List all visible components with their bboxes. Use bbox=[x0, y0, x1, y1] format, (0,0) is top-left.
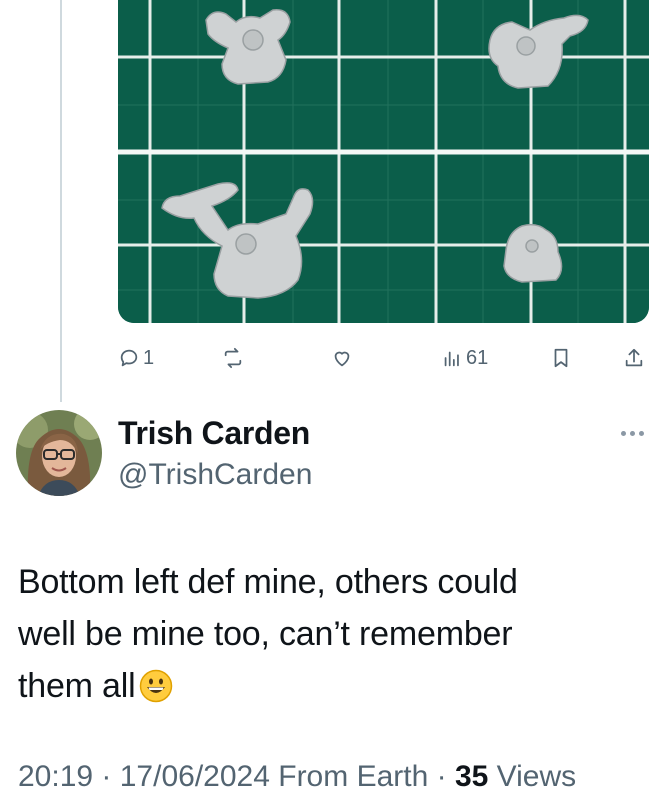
more-options-button[interactable] bbox=[612, 418, 652, 448]
separator-dot: · bbox=[93, 760, 120, 793]
separator-dot: · bbox=[428, 760, 455, 793]
post-text-line: well be mine too, can’t remember bbox=[18, 615, 513, 653]
views-button[interactable]: 61 bbox=[441, 340, 488, 376]
bookmark-button[interactable] bbox=[550, 340, 572, 376]
share-button[interactable] bbox=[623, 340, 645, 376]
grinning-face-emoji-icon bbox=[139, 666, 173, 718]
thread-connector-line bbox=[60, 0, 62, 402]
post-views-number: 35 bbox=[454, 760, 489, 793]
post-date[interactable]: 17/06/2024 bbox=[120, 760, 270, 793]
reply-icon bbox=[120, 349, 138, 367]
post-time[interactable]: 20:19 bbox=[18, 760, 93, 793]
avatar[interactable] bbox=[16, 410, 102, 496]
reply-button[interactable]: 1 bbox=[118, 340, 154, 376]
post-action-bar: 1 61 bbox=[118, 340, 649, 376]
post-text-segment: them all bbox=[18, 667, 136, 705]
share-icon bbox=[625, 348, 643, 367]
post-text: Bottom left def mine, others could well … bbox=[18, 556, 638, 718]
post-source: From Earth bbox=[269, 760, 429, 793]
heart-icon bbox=[334, 351, 350, 367]
views-count: 61 bbox=[466, 346, 489, 369]
reply-count: 1 bbox=[143, 346, 155, 369]
more-dot-icon bbox=[638, 430, 644, 436]
author-name[interactable]: Trish Carden bbox=[118, 415, 310, 452]
profile-photo-icon bbox=[16, 410, 102, 496]
like-button[interactable] bbox=[331, 340, 353, 376]
miniatures-photo bbox=[118, 0, 649, 323]
bookmark-icon bbox=[554, 348, 568, 368]
post-timestamp-line: 20:19 · 17/06/2024 From Earth · 35 Views bbox=[18, 760, 576, 794]
analytics-icon bbox=[444, 351, 459, 367]
author-handle[interactable]: @TrishCarden bbox=[118, 458, 312, 492]
more-dot-icon bbox=[629, 430, 635, 436]
more-dot-icon bbox=[620, 430, 626, 436]
post-text-line: Bottom left def mine, others could bbox=[18, 563, 518, 601]
post-media-image[interactable] bbox=[118, 0, 649, 323]
repost-icon bbox=[224, 347, 242, 369]
post-text-line: them all bbox=[18, 660, 638, 718]
post-views-label: Views bbox=[488, 760, 577, 793]
repost-button[interactable] bbox=[222, 340, 244, 376]
